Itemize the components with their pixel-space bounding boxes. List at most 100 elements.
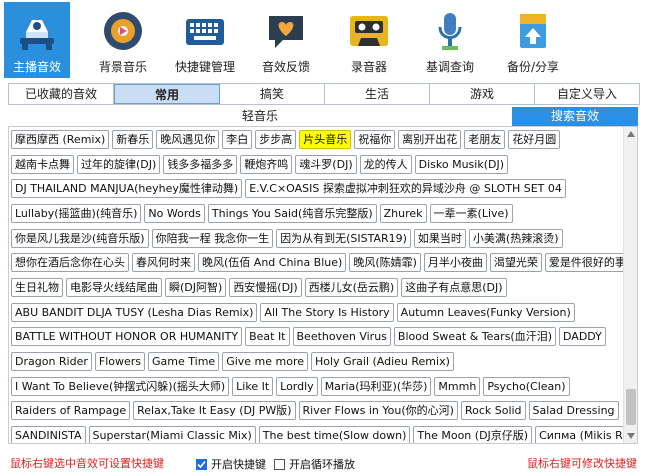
- sound-tag[interactable]: E.V.C×OASIS 探索虚拟冲刺狂欢的异域沙舟 @ SLOTH SET 04: [245, 179, 566, 199]
- sound-tag[interactable]: Like It: [232, 376, 274, 396]
- sound-tag[interactable]: Blood Sweat & Tears(血汗泪): [393, 327, 557, 347]
- sound-tag[interactable]: Rock Solid: [460, 401, 526, 421]
- sound-tag[interactable]: Raiders of Rampage: [11, 401, 131, 421]
- scroll-down-arrow-icon[interactable]: [624, 429, 637, 443]
- search-sfx-button[interactable]: 搜索音效: [512, 107, 638, 126]
- podcast-mic-icon: [429, 10, 471, 52]
- sound-tag[interactable]: Things You Said(纯音乐完整版): [207, 203, 377, 223]
- tag-row: ABU BANDIT DLJA TUSY (Lesha Dias Remix) A…: [11, 300, 623, 325]
- sound-tag[interactable]: Relax,Take It Easy (DJ PW版): [133, 401, 296, 421]
- sound-tag[interactable]: 鞭炮齐鸣: [240, 154, 293, 174]
- hotkey-checkbox[interactable]: 开启快捷键: [196, 456, 266, 472]
- scroll-up-arrow-icon[interactable]: [624, 127, 637, 141]
- sound-tag[interactable]: River Flows in You(你的心河): [298, 401, 458, 421]
- sound-tag[interactable]: 晚风(陈婧霏): [349, 253, 421, 273]
- sound-tag[interactable]: Psycho(Clean): [483, 376, 570, 396]
- sound-tag[interactable]: 过年的旋律(DJ): [77, 154, 161, 174]
- sound-tag[interactable]: 渴望光荣: [489, 253, 542, 273]
- sound-tag[interactable]: 晚风遇见你: [156, 129, 220, 149]
- sound-tag[interactable]: 小美满(热辣滚烫): [468, 228, 563, 248]
- sound-tag[interactable]: 钱多多福多多: [163, 154, 238, 174]
- sound-tag[interactable]: 祝福你: [354, 129, 396, 149]
- toolbar-item-bgm[interactable]: 背景音乐: [88, 2, 158, 78]
- tab-custom-import[interactable]: 自定义导入: [535, 84, 639, 104]
- sound-tag[interactable]: No Words: [144, 203, 205, 223]
- toolbar-item-recorder[interactable]: 录音器: [340, 2, 398, 78]
- sound-tag[interactable]: Give me more: [222, 352, 309, 372]
- sound-tag[interactable]: SANDINISTA: [11, 426, 86, 443]
- sound-tag[interactable]: 老朋友: [464, 129, 506, 149]
- sound-tag[interactable]: 生日礼物: [11, 277, 63, 297]
- sound-tag[interactable]: 花好月圆: [508, 129, 561, 149]
- sound-tag[interactable]: 电影导火线结尾曲: [66, 277, 162, 297]
- tab-game[interactable]: 游戏: [430, 84, 535, 104]
- sound-tag[interactable]: BATTLE WITHOUT HONOR OR HUMANITY: [11, 327, 243, 347]
- toolbar-item-feedback[interactable]: 音效反馈: [254, 2, 318, 78]
- checkbox-checked-icon[interactable]: [196, 458, 207, 470]
- sound-tag[interactable]: 摩西摩西 (Remix): [11, 129, 110, 149]
- tab-favorites[interactable]: 已收藏的音效: [9, 84, 114, 104]
- sound-tag[interactable]: The best time(Slow down): [258, 426, 411, 443]
- sound-tag[interactable]: I Want To Believe(钟摆式闪躲)(摇头大师): [11, 376, 230, 396]
- sound-tag[interactable]: DADDY: [559, 327, 606, 347]
- sound-tag[interactable]: Salad Dressing: [528, 401, 619, 421]
- sound-tag[interactable]: 晚风(伍佰 And China Blue): [198, 253, 347, 273]
- sound-tag[interactable]: 月半小夜曲: [423, 253, 487, 273]
- loop-checkbox[interactable]: 开启循环播放: [274, 456, 355, 472]
- sound-tag[interactable]: 步步高: [255, 129, 297, 149]
- sound-tag[interactable]: All The Story Is History: [260, 302, 394, 322]
- sound-tag[interactable]: 春风何时来: [132, 253, 195, 273]
- sound-tag[interactable]: 龙的传人: [359, 154, 412, 174]
- vertical-scrollbar[interactable]: [623, 127, 637, 443]
- sound-tag[interactable]: The Moon (DJ京仔版): [413, 426, 533, 443]
- toolbar-item-backup-share[interactable]: 备份/分享: [500, 2, 566, 78]
- sound-tag[interactable]: 越南卡点舞: [11, 154, 74, 174]
- sound-tag[interactable]: 瞬(DJ阿智): [165, 277, 227, 297]
- sound-tag[interactable]: 西楼儿女(岳云鹏): [304, 277, 399, 297]
- sound-tag[interactable]: Zhurek: [379, 203, 427, 223]
- tab-life[interactable]: 生活: [325, 84, 430, 104]
- sound-tag[interactable]: 这曲子有点意思(DJ): [401, 277, 507, 297]
- toolbar-item-hotkeys[interactable]: 快捷键管理: [168, 2, 242, 78]
- sound-tag[interactable]: 因为从有到无(SISTAR19): [276, 228, 411, 248]
- sound-tag[interactable]: Beethoven Virus: [292, 327, 391, 347]
- toolbar-item-anchor-sfx[interactable]: 主播音效: [4, 2, 70, 78]
- tag-row: 想你在酒后念你在心头 春风何时来 晚风(伍佰 And China Blue) 晚风(陈…: [11, 250, 630, 275]
- sound-tag[interactable]: Beat It: [245, 327, 290, 347]
- sound-tag[interactable]: Superstar(Miami Classic Mix): [88, 426, 256, 443]
- checkbox-unchecked-icon[interactable]: [274, 458, 285, 470]
- tag-row: BATTLE WITHOUT HONOR OR HUMANITY Beat It B…: [11, 325, 623, 350]
- sound-tag[interactable]: 离别开出花: [398, 129, 462, 149]
- sound-tag[interactable]: 西安慢摇(DJ): [229, 277, 302, 297]
- sound-tag[interactable]: 新春乐: [112, 129, 154, 149]
- sound-tag[interactable]: Maria(玛利亚)(华莎): [320, 376, 432, 396]
- sound-tag[interactable]: Disko Musik(DJ): [414, 154, 509, 174]
- category-tabs: 已收藏的音效 常用 搞笑 生活 游戏 自定义导入: [8, 83, 640, 105]
- sound-tag[interactable]: Lordly: [276, 376, 318, 396]
- sound-tag[interactable]: Dragon Rider: [11, 352, 92, 372]
- sound-tag[interactable]: Autumn Leaves(Funky Version): [396, 302, 575, 322]
- sound-tag[interactable]: 李白: [222, 129, 253, 149]
- sound-tag[interactable]: 想你在酒后念你在心头: [11, 253, 129, 273]
- section-title: 轻音乐: [241, 109, 278, 123]
- sound-tag[interactable]: Flowers: [94, 352, 146, 372]
- sound-tag[interactable]: Lullaby(摇篮曲)(纯音乐): [11, 203, 142, 223]
- sound-tag[interactable]: 如果当时: [413, 228, 466, 248]
- sound-tag[interactable]: Mmmh: [434, 376, 481, 396]
- tab-common[interactable]: 常用: [114, 84, 220, 104]
- tab-funny[interactable]: 搞笑: [220, 84, 325, 104]
- sound-tag[interactable]: Holy Grail (Adieu Remix): [311, 352, 454, 372]
- sound-tag[interactable]: 你陪我一程 我念你一生: [151, 228, 274, 248]
- main-toolbar: 主播音效 背景音乐 快捷键管理 音效反馈 录音器 基调查询 备份/分享: [0, 0, 651, 80]
- sound-tag[interactable]: 一辈一素(Live): [429, 203, 513, 223]
- scrollbar-thumb[interactable]: [626, 389, 636, 425]
- sound-tag[interactable]: Game Time: [148, 352, 220, 372]
- heart-chat-icon: [265, 10, 307, 52]
- sound-tag[interactable]: 你是风儿我是沙(纯音乐版): [11, 228, 149, 248]
- sound-tag[interactable]: 魂斗罗(DJ): [295, 154, 357, 174]
- sound-tag[interactable]: 片头音乐: [299, 129, 352, 149]
- sound-tag[interactable]: 爱是件很好的事: [544, 253, 630, 273]
- sound-tag[interactable]: DJ THAILAND MANJUA(heyhey魔性律动舞): [11, 179, 243, 199]
- toolbar-item-tone-query[interactable]: 基调查询: [420, 2, 480, 78]
- sound-tag[interactable]: ABU BANDIT DLJA TUSY (Lesha Dias Remix): [11, 302, 258, 322]
